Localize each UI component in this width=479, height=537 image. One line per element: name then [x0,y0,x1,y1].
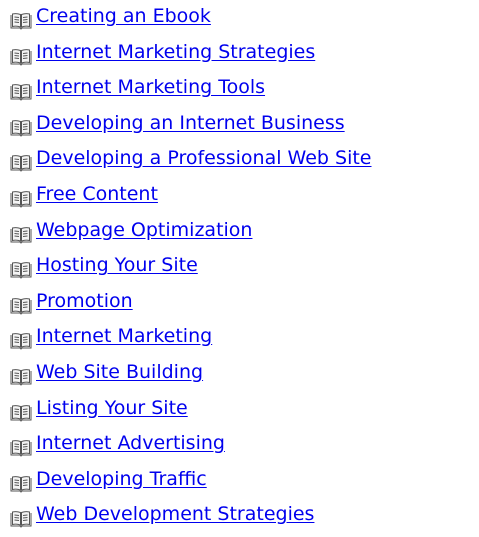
book-icon [10,154,32,173]
book-icon [10,439,32,457]
book-icon [10,261,32,279]
book-icon [10,332,32,351]
list-item: Web Site Building [0,356,479,392]
link-web-development-strategies[interactable]: Web Development Strategies [36,499,314,529]
link-promotion[interactable]: Promotion [36,286,133,316]
book-icon [10,510,32,529]
link-internet-marketing[interactable]: Internet Marketing [36,321,212,351]
link-free-content[interactable]: Free Content [36,179,158,209]
list-item: Internet Marketing [0,320,479,356]
list-item: Creating an Ebook [0,0,479,36]
book-icon [10,404,32,422]
link-list: Creating an Ebook Internet Marketing Str… [0,0,479,534]
link-internet-marketing-tools[interactable]: Internet Marketing Tools [36,72,265,102]
link-developing-an-internet-business[interactable]: Developing an Internet Business [36,108,345,138]
list-item: Listing Your Site [0,392,479,428]
list-item: Webpage Optimization [0,214,479,250]
list-item: Free Content [0,178,479,214]
book-icon [10,12,32,30]
list-item: Developing Traffic [0,463,479,499]
list-item: Developing an Internet Business [0,107,479,143]
book-icon [10,226,32,244]
book-icon [10,297,32,315]
link-developing-traffic[interactable]: Developing Traffic [36,464,207,494]
book-icon [10,48,32,66]
book-icon [10,83,32,101]
link-hosting-your-site[interactable]: Hosting Your Site [36,250,198,280]
list-item: Web Development Strategies [0,498,479,534]
list-item: Developing a Professional Web Site [0,142,479,178]
link-internet-advertising[interactable]: Internet Advertising [36,428,225,458]
list-item: Internet Marketing Strategies [0,36,479,72]
book-icon [10,119,32,137]
link-webpage-optimization[interactable]: Webpage Optimization [36,215,252,245]
link-listing-your-site[interactable]: Listing Your Site [36,393,188,423]
book-icon [10,368,32,386]
book-icon [10,190,32,208]
list-item: Internet Advertising [0,427,479,463]
link-creating-an-ebook[interactable]: Creating an Ebook [36,1,211,31]
link-web-site-building[interactable]: Web Site Building [36,357,203,387]
link-internet-marketing-strategies[interactable]: Internet Marketing Strategies [36,37,315,67]
list-item: Internet Marketing Tools [0,71,479,107]
list-item: Hosting Your Site [0,249,479,285]
list-item: Promotion [0,285,479,321]
link-developing-a-professional-web-site[interactable]: Developing a Professional Web Site [36,143,372,173]
book-icon [10,475,32,493]
